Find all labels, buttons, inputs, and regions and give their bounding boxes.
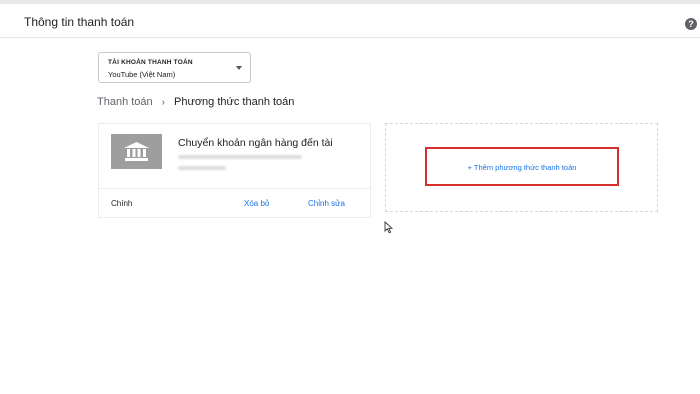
chevron-down-icon[interactable] bbox=[236, 66, 242, 70]
bank-thumbnail bbox=[111, 134, 162, 169]
billing-account-label: TÀI KHOẢN THANH TOÁN bbox=[108, 59, 193, 66]
highlight-box: + Thêm phương thức thanh toán bbox=[425, 147, 619, 186]
bank-icon bbox=[124, 142, 149, 161]
payment-method-card: Chuyển khoản ngân hàng đến tài Chính Xóa… bbox=[98, 123, 371, 218]
chevron-right-icon: › bbox=[161, 97, 165, 108]
redacted-account-name bbox=[178, 166, 226, 170]
card-divider bbox=[99, 188, 370, 189]
breadcrumb-current: Phương thức thanh toán bbox=[174, 96, 295, 108]
page-header: Thông tin thanh toán ? bbox=[0, 4, 700, 38]
redacted-account-number bbox=[178, 155, 302, 159]
primary-label: Chính bbox=[111, 199, 133, 208]
billing-account-select[interactable]: TÀI KHOẢN THANH TOÁN YouTube (Việt Nam) bbox=[98, 52, 251, 83]
add-payment-method-button[interactable]: + Thêm phương thức thanh toán bbox=[427, 163, 617, 172]
mouse-pointer-icon bbox=[384, 221, 393, 234]
edit-button[interactable]: Chỉnh sửa bbox=[308, 199, 345, 208]
billing-account-value: YouTube (Việt Nam) bbox=[108, 70, 176, 79]
breadcrumb: Thanh toán › Phương thức thanh toán bbox=[97, 96, 294, 108]
help-icon[interactable]: ? bbox=[685, 18, 697, 30]
breadcrumb-payments-link[interactable]: Thanh toán bbox=[97, 96, 153, 108]
add-payment-method-card[interactable]: + Thêm phương thức thanh toán bbox=[385, 123, 658, 212]
payment-method-title: Chuyển khoản ngân hàng đến tài bbox=[178, 137, 333, 149]
remove-button[interactable]: Xóa bỏ bbox=[244, 199, 269, 208]
page-title: Thông tin thanh toán bbox=[24, 15, 135, 29]
